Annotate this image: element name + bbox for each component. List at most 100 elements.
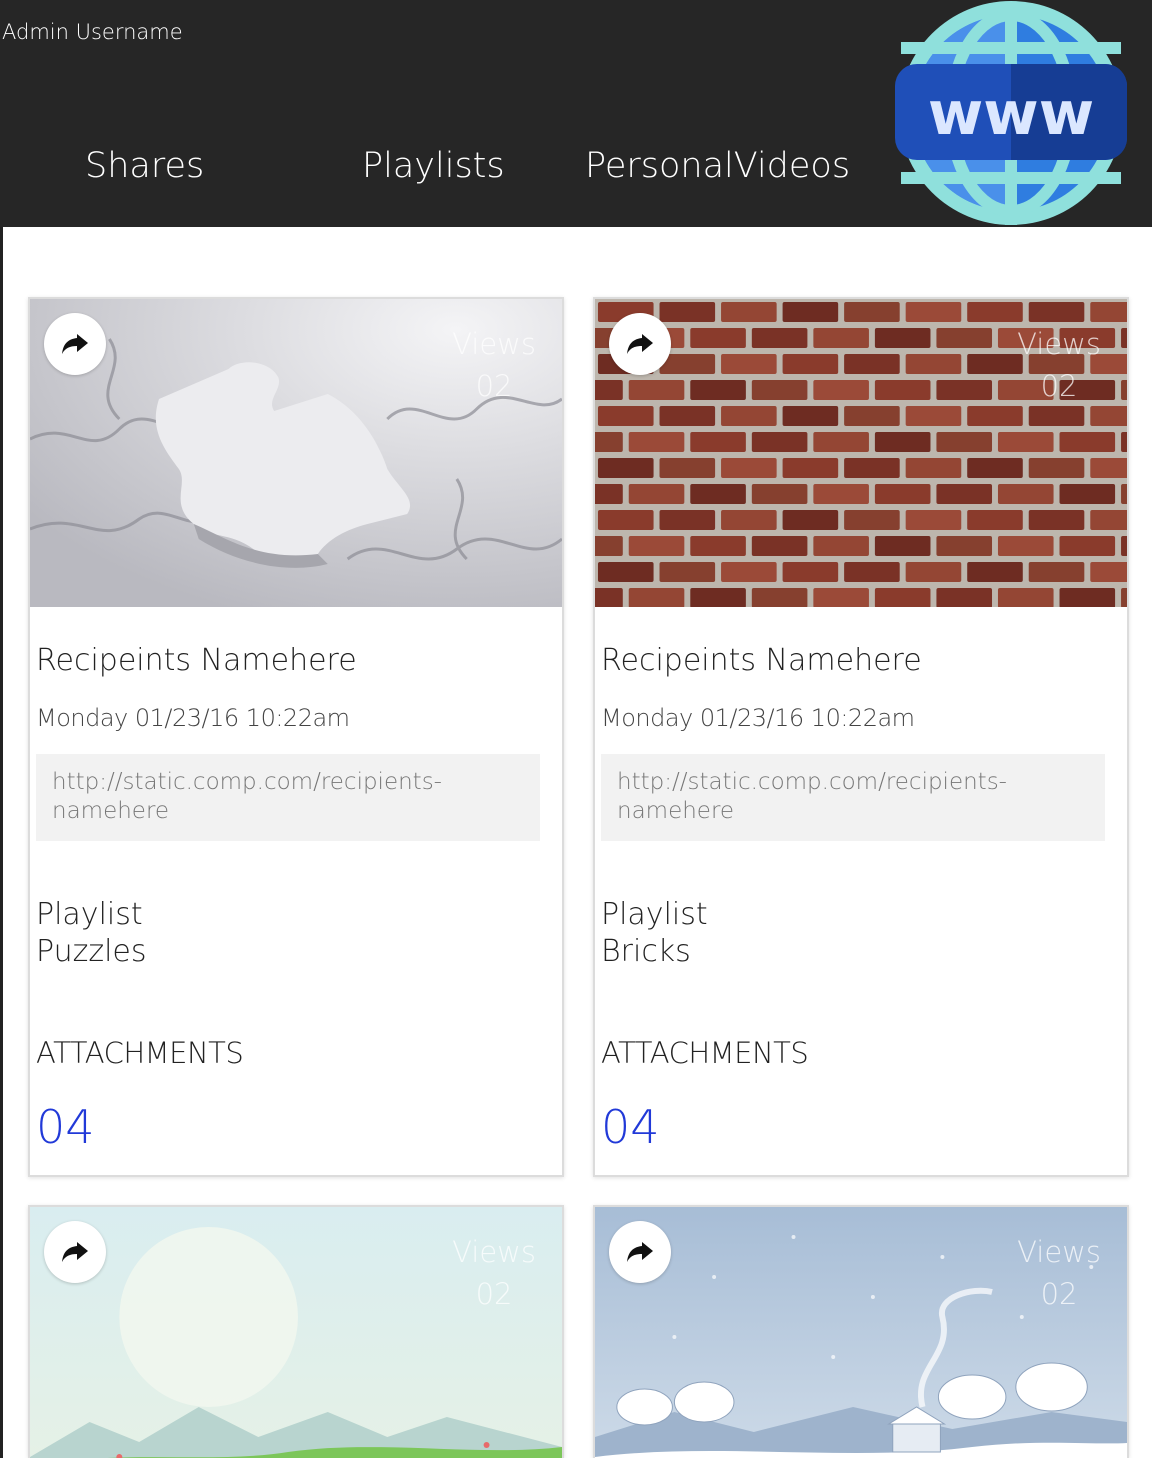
brick — [997, 432, 1054, 452]
share-card: Views 02 — [593, 1205, 1129, 1458]
playlist-name[interactable]: Bricks — [601, 933, 1121, 970]
share-card: Views 02 Recipeints Namehere Monday 01/2… — [28, 297, 564, 1177]
brick — [936, 432, 993, 452]
views-counter: Views 02 — [1017, 1231, 1101, 1315]
brick — [628, 484, 685, 504]
share-date: Monday 01/23/16 10:22am — [36, 704, 350, 732]
brick — [813, 536, 869, 556]
brick — [659, 458, 716, 478]
views-count: 02 — [1040, 369, 1078, 403]
brick — [1090, 562, 1127, 582]
admin-username[interactable]: Admin Username — [2, 20, 183, 44]
brick — [1121, 328, 1127, 348]
brick — [690, 536, 746, 556]
brick — [844, 562, 900, 582]
brick — [874, 432, 931, 452]
share-button[interactable] — [609, 1221, 671, 1283]
brick — [721, 510, 777, 530]
nav-shares[interactable]: Shares — [85, 146, 204, 186]
page-left-border — [0, 227, 3, 1458]
brick — [597, 458, 654, 478]
brick — [844, 510, 900, 530]
share-button[interactable] — [44, 313, 106, 375]
brick — [595, 380, 623, 400]
brick — [1059, 484, 1116, 504]
top-bar: Admin Username Shares Playlists Personal… — [0, 0, 1152, 227]
brick — [628, 588, 685, 607]
brick — [844, 406, 900, 426]
globe-www-icon[interactable]: www — [895, 0, 1127, 227]
brick — [874, 380, 931, 400]
recipient-name: Recipeints Namehere — [36, 643, 357, 678]
brick — [1028, 562, 1085, 582]
brick — [936, 588, 993, 607]
brick — [751, 380, 808, 400]
attachments-count[interactable]: 04 — [36, 1100, 95, 1154]
brick — [597, 510, 654, 530]
brick — [1028, 406, 1085, 426]
brick — [782, 510, 839, 530]
brick — [595, 484, 623, 504]
brick — [967, 302, 1023, 322]
attachments-label: ATTACHMENTS — [36, 1036, 244, 1070]
playlist-label: Playlist — [601, 897, 708, 932]
share-url[interactable]: http://static.comp.com/recipients-namehe… — [36, 754, 540, 841]
brick — [1059, 588, 1116, 607]
recipient-name: Recipeints Namehere — [601, 643, 922, 678]
brick — [595, 588, 623, 607]
nav-personal-videos[interactable]: PersonalVideos — [585, 146, 850, 186]
brick — [721, 562, 777, 582]
brick — [782, 302, 839, 322]
share-card: Views 02 — [28, 1205, 564, 1458]
brick — [905, 458, 962, 478]
brick — [813, 588, 869, 607]
brick — [967, 354, 1023, 374]
brick — [874, 588, 931, 607]
share-button[interactable] — [609, 313, 671, 375]
brick — [690, 328, 746, 348]
brick — [751, 536, 808, 556]
brick — [782, 354, 839, 374]
views-counter: Views 02 — [1017, 323, 1101, 407]
share-arrow-icon — [627, 1242, 653, 1262]
brick — [628, 536, 685, 556]
brick — [659, 562, 716, 582]
playlist-name[interactable]: Puzzles — [36, 933, 556, 970]
brick — [721, 354, 777, 374]
brick — [628, 380, 685, 400]
share-date: Monday 01/23/16 10:22am — [601, 704, 915, 732]
brick — [1121, 380, 1127, 400]
card-thumbnail-bricks[interactable]: Views 02 — [595, 299, 1127, 607]
brick — [967, 562, 1023, 582]
brick — [936, 484, 993, 504]
share-url[interactable]: http://static.comp.com/recipients-namehe… — [601, 754, 1105, 841]
brick — [936, 328, 993, 348]
brick — [905, 302, 962, 322]
attachments-count[interactable]: 04 — [601, 1100, 660, 1154]
brick — [1121, 536, 1127, 556]
card-thumbnail-winter[interactable]: Views 02 — [595, 1207, 1127, 1458]
views-count: 02 — [475, 369, 513, 403]
card-thumbnail-puzzle[interactable]: Views 02 — [30, 299, 562, 607]
brick — [874, 328, 931, 348]
card-thumbnail-spring[interactable]: Views 02 — [30, 1207, 562, 1458]
brick — [844, 302, 900, 322]
playlist-label: Playlist — [36, 897, 143, 932]
share-button[interactable] — [44, 1221, 106, 1283]
share-card: Views 02 Recipeints Namehere Monday 01/2… — [593, 297, 1129, 1177]
nav-playlists[interactable]: Playlists — [362, 146, 505, 186]
playlist-info: Playlist Bricks — [601, 896, 1121, 970]
attachments-label: ATTACHMENTS — [601, 1036, 809, 1070]
brick — [782, 458, 839, 478]
brick — [690, 588, 746, 607]
views-counter: Views 02 — [452, 1231, 536, 1315]
brick — [751, 328, 808, 348]
brick — [1090, 406, 1127, 426]
brick — [690, 432, 746, 452]
brick — [1090, 302, 1127, 322]
brick — [659, 302, 716, 322]
brick — [844, 458, 900, 478]
brick — [1121, 432, 1127, 452]
brick — [751, 484, 808, 504]
brick — [721, 406, 777, 426]
